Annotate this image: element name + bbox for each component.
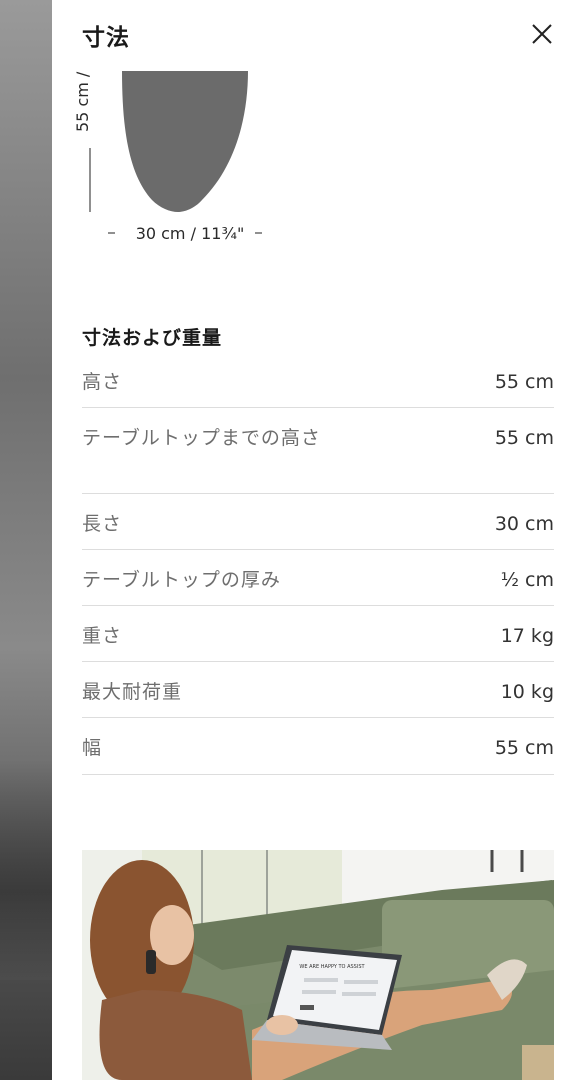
spec-row-width: 幅 55 cm <box>82 718 554 775</box>
spec-value: 55 cm <box>494 371 554 393</box>
spec-label: 重さ <box>82 625 123 647</box>
spec-label: 幅 <box>82 737 103 759</box>
spec-row-tabletop-height: テーブルトップまでの高さ 55 cm <box>82 408 554 494</box>
specs-table: 高さ 55 cm テーブルトップまでの高さ 55 cm 長さ 30 cm テーブ… <box>82 352 554 775</box>
spec-label: 長さ <box>82 513 123 535</box>
spec-row-max-load: 最大耐荷重 10 kg <box>82 662 554 718</box>
width-dimension-label: 30 cm / 11¾" <box>135 224 245 243</box>
spec-value: 10 kg <box>500 681 554 703</box>
lifestyle-illustration: WE ARE HAPPY TO ASSIST <box>82 850 554 1080</box>
spec-value: ½ cm <box>500 569 554 591</box>
close-button[interactable] <box>526 18 558 50</box>
spec-row-weight: 重さ 17 kg <box>82 606 554 662</box>
table-silhouette <box>122 71 248 212</box>
close-icon <box>532 24 552 44</box>
dimensions-panel: 寸法 55 cm / 30 cm / 11¾" 寸法および重量 高さ 55 cm… <box>52 0 587 1080</box>
spec-value: 55 cm <box>494 427 554 449</box>
spec-value: 55 cm <box>494 737 554 759</box>
spec-row-length: 長さ 30 cm <box>82 494 554 550</box>
spec-label: 高さ <box>82 371 123 393</box>
height-dimension-label: 55 cm / <box>73 72 92 133</box>
spec-label: 最大耐荷重 <box>82 681 183 703</box>
laptop-screen-text: WE ARE HAPPY TO ASSIST <box>299 964 365 970</box>
lifestyle-photo: WE ARE HAPPY TO ASSIST <box>82 850 554 1080</box>
spec-label: テーブルトップまでの高さ <box>82 427 321 449</box>
spec-value: 30 cm <box>494 513 554 535</box>
specs-section-title: 寸法および重量 <box>82 327 223 349</box>
page-backdrop[interactable] <box>0 0 52 1080</box>
spec-value: 17 kg <box>500 625 554 647</box>
panel-title: 寸法 <box>82 25 130 51</box>
spec-row-height: 高さ 55 cm <box>82 352 554 408</box>
spec-label: テーブルトップの厚み <box>82 569 281 591</box>
spec-row-tabletop-thickness: テーブルトップの厚み ½ cm <box>82 550 554 606</box>
